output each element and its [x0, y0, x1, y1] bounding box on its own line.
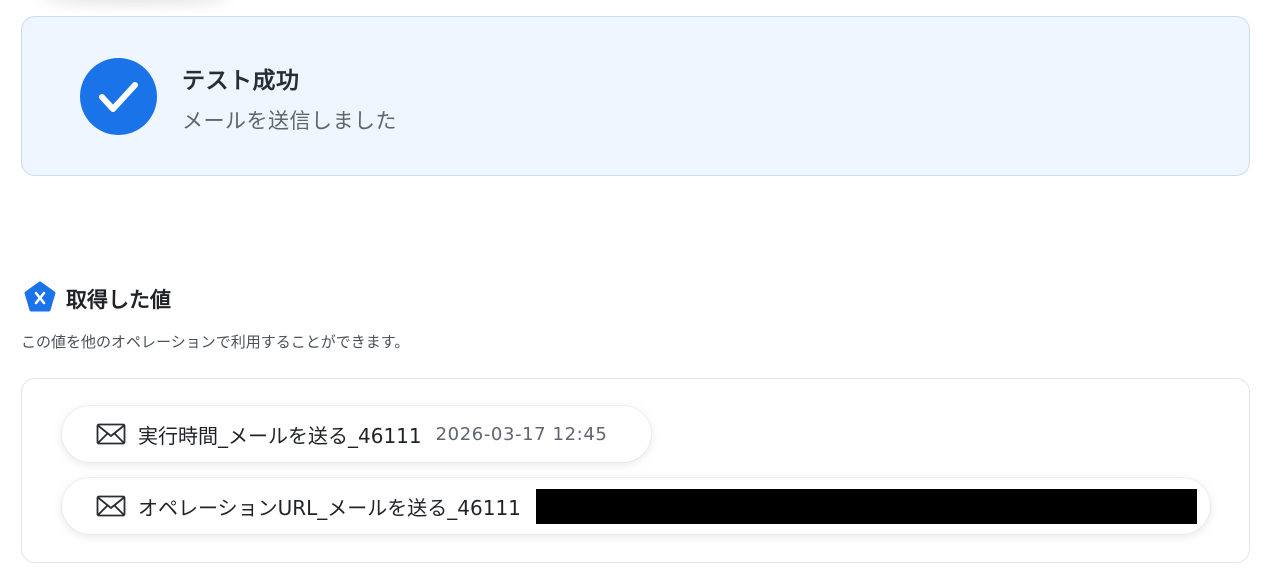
value-item-operation-url[interactable]: オペレーションURL_メールを送る_46111	[62, 478, 1210, 534]
section-description: この値を他のオペレーションで利用することができます。	[21, 333, 410, 351]
mail-icon	[96, 495, 126, 517]
value-label: 実行時間_メールを送る_46111	[138, 423, 422, 448]
success-title: テスト成功	[182, 68, 300, 94]
value-item-execution-time[interactable]: 実行時間_メールを送る_46111 2026-03-17 12:45	[62, 406, 651, 462]
success-message: メールを送信しました	[182, 109, 397, 133]
mail-icon	[96, 423, 126, 445]
test-success-card: テスト成功 メールを送信しました	[21, 16, 1250, 176]
check-circle-icon	[80, 58, 157, 135]
value-text: 2026-03-17 12:45	[435, 423, 608, 445]
app-logo-icon	[23, 281, 57, 319]
redacted-value	[536, 488, 1197, 524]
value-label: オペレーションURL_メールを送る_46111	[138, 495, 521, 520]
section-title: 取得した値	[66, 288, 171, 312]
